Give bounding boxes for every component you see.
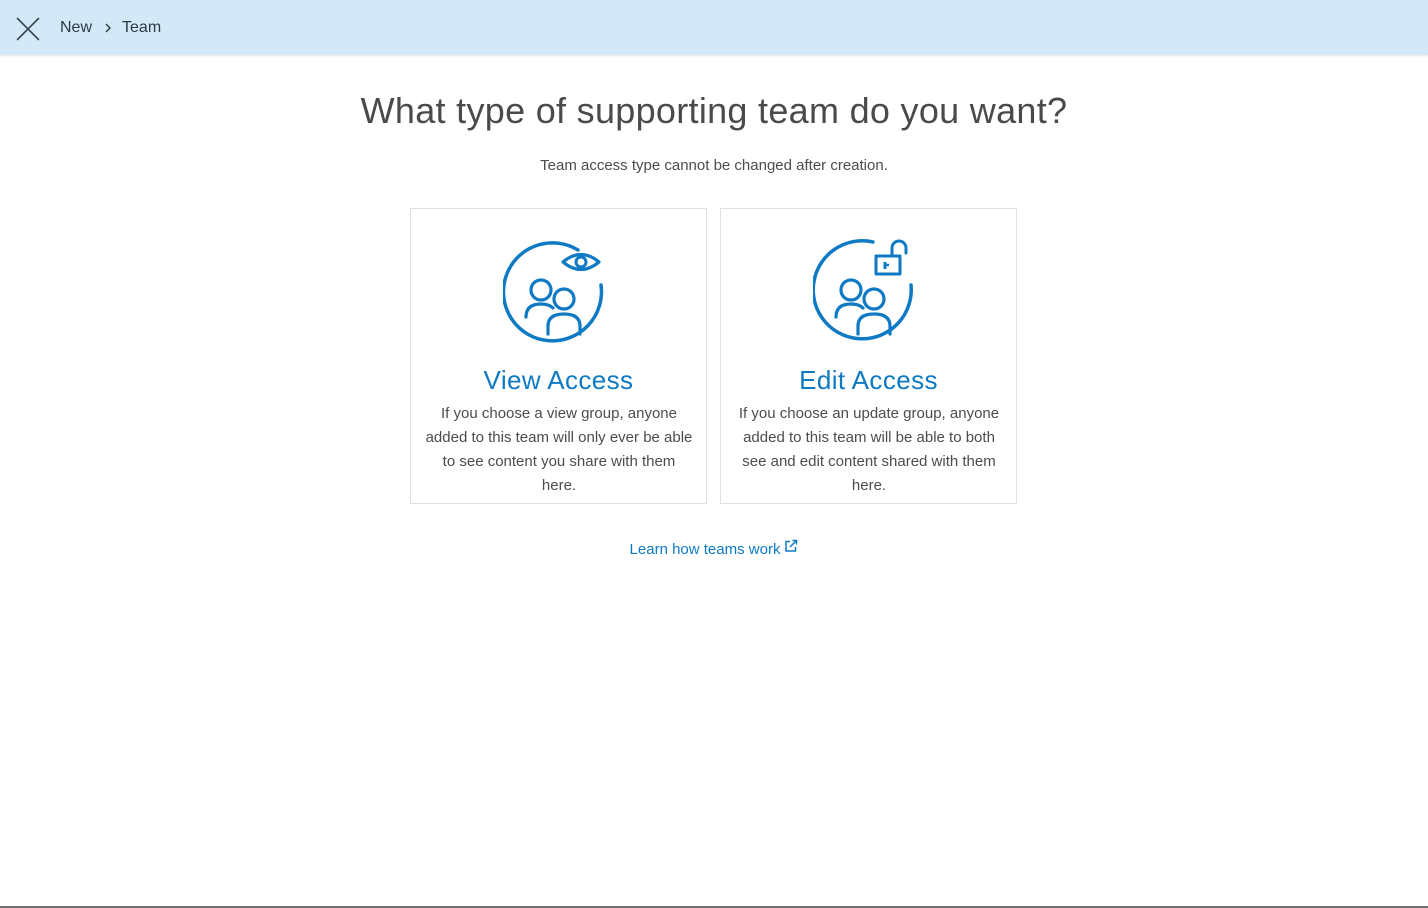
close-button[interactable] [14,15,42,43]
page-subtitle: Team access type cannot be changed after… [540,157,888,174]
view-access-description: If you choose a view group, anyone added… [425,405,693,494]
edit-access-card[interactable]: Edit Access If you choose an update grou… [720,208,1017,504]
team-view-icon [503,241,604,343]
edit-access-title: Edit Access [799,365,938,395]
external-link-icon [785,539,798,552]
breadcrumb: New Team [60,0,161,55]
breadcrumb-item-new[interactable]: New [60,19,92,37]
learn-how-teams-work-link[interactable]: Learn how teams work [0,539,1428,558]
page-title: What type of supporting team do you want… [360,90,1068,131]
page: New Team What type of supporting team do… [0,0,1428,908]
edit-access-description: If you choose an update group, anyone ad… [738,405,1000,494]
team-edit-icon [813,239,913,341]
close-icon [16,17,40,41]
breadcrumb-item-team: Team [122,18,162,36]
view-access-card[interactable]: View Access If you choose a view group, … [410,208,707,504]
view-access-title: View Access [483,365,634,395]
top-bar: New Team [0,0,1428,55]
chevron-right-icon [105,23,112,32]
learn-link-label: Learn how teams work [629,541,781,558]
